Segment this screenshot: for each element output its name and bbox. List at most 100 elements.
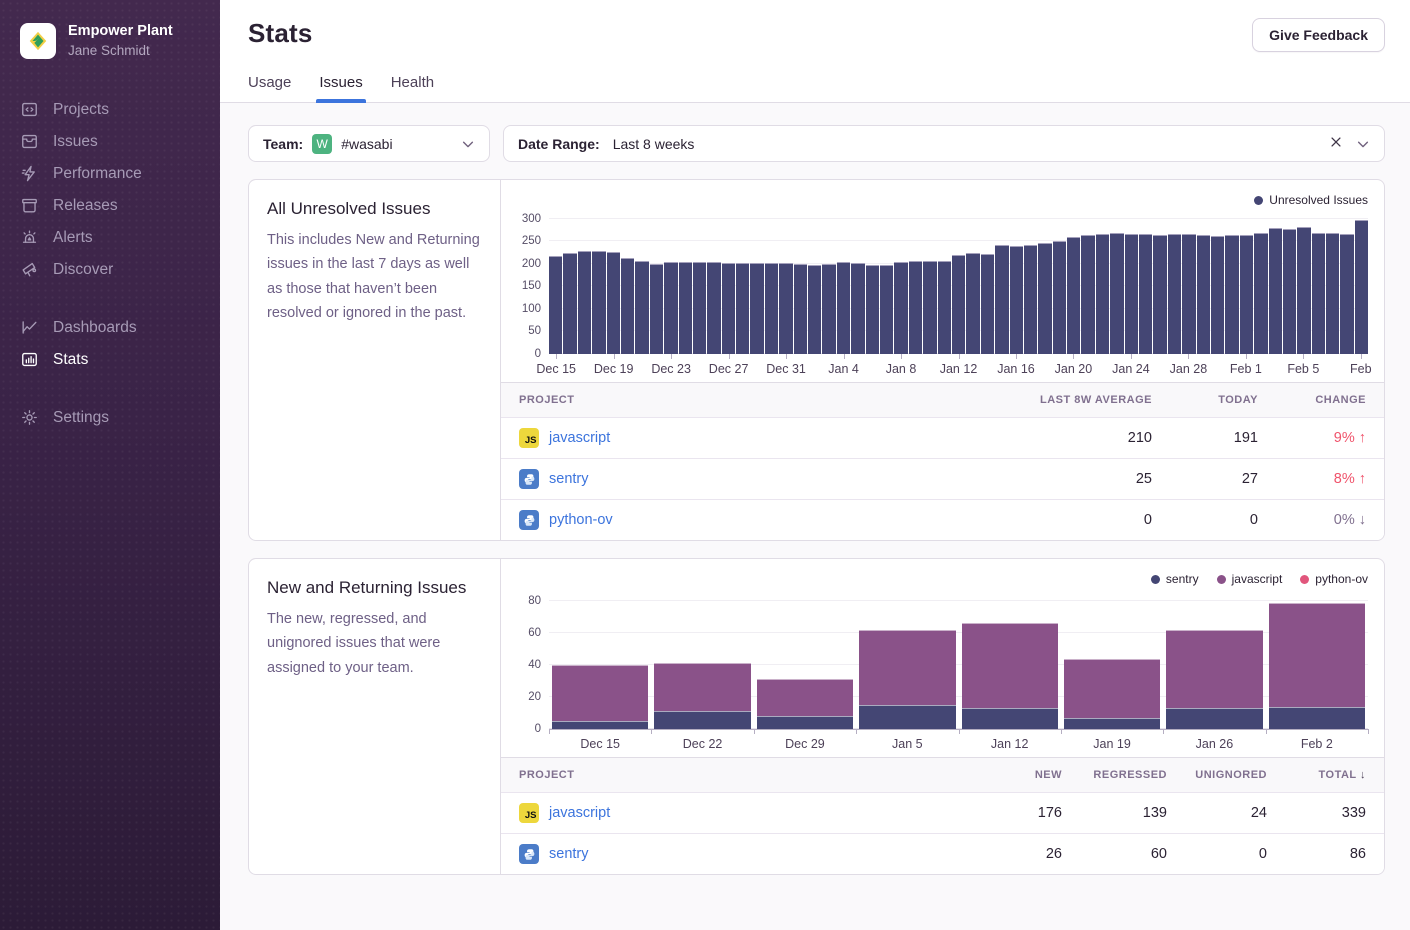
bar[interactable] <box>563 253 576 354</box>
bar[interactable] <box>923 261 936 354</box>
bar[interactable] <box>679 262 692 354</box>
bar[interactable] <box>851 263 864 354</box>
y-axis-tick: 100 <box>522 303 541 315</box>
bar[interactable] <box>750 263 763 354</box>
sidebar-item-performance[interactable]: Performance <box>20 158 200 190</box>
sidebar-item-issues[interactable]: Issues <box>20 126 200 158</box>
unresolved-issues-chart: Unresolved Issues050100150200250300Dec 1… <box>501 180 1384 382</box>
change-cell: 8% ↑ <box>1258 471 1366 487</box>
org-switcher[interactable]: Empower Plant Jane Schmidt <box>0 22 220 60</box>
sidebar-item-alerts[interactable]: Alerts <box>20 222 200 254</box>
stacked-bar[interactable] <box>1269 603 1365 729</box>
bar[interactable] <box>1139 234 1152 354</box>
bar[interactable] <box>909 261 922 354</box>
sidebar-item-projects[interactable]: Projects <box>20 94 200 126</box>
bar[interactable] <box>693 262 706 354</box>
stacked-bar[interactable] <box>1064 659 1160 729</box>
legend-item-python-ov[interactable]: python-ov <box>1300 571 1368 587</box>
stacked-bar[interactable] <box>654 663 750 729</box>
bar[interactable] <box>765 263 778 354</box>
bar[interactable] <box>707 262 720 354</box>
bar[interactable] <box>722 263 735 354</box>
tab-health[interactable]: Health <box>391 74 434 102</box>
tab-usage[interactable]: Usage <box>248 74 291 102</box>
bar[interactable] <box>1269 228 1282 354</box>
bar[interactable] <box>1283 229 1296 354</box>
stacked-bar[interactable] <box>552 665 648 729</box>
legend-item-javascript[interactable]: javascript <box>1217 571 1283 587</box>
table-header-total[interactable]: TOTAL ↓ <box>1267 769 1366 781</box>
stacked-bar[interactable] <box>757 679 853 729</box>
arrow-down-icon: ↓ <box>1359 512 1366 528</box>
sidebar-item-dashboards[interactable]: Dashboards <box>20 312 200 344</box>
date-range-filter[interactable]: Date Range: Last 8 weeks <box>503 125 1385 162</box>
bar[interactable] <box>966 253 979 354</box>
tab-issues[interactable]: Issues <box>319 74 362 102</box>
bar[interactable] <box>1096 234 1109 354</box>
team-filter[interactable]: Team: W #wasabi <box>248 125 490 162</box>
project-link-sentry[interactable]: sentry <box>549 846 589 862</box>
bar[interactable] <box>1038 243 1051 354</box>
bar[interactable] <box>1125 234 1138 354</box>
bar[interactable] <box>1240 235 1253 354</box>
legend-item-unresolved-issues[interactable]: Unresolved Issues <box>1254 192 1368 208</box>
bar[interactable] <box>1340 234 1353 354</box>
bar[interactable] <box>880 265 893 354</box>
bar[interactable] <box>1010 246 1023 354</box>
sidebar-item-settings[interactable]: Settings <box>20 402 200 434</box>
bar[interactable] <box>837 262 850 354</box>
bar[interactable] <box>952 255 965 354</box>
x-axis-tick: Jan 5 <box>892 737 923 751</box>
bar[interactable] <box>995 245 1008 354</box>
bar[interactable] <box>549 256 562 354</box>
bar[interactable] <box>664 262 677 354</box>
bar[interactable] <box>1211 236 1224 354</box>
bar[interactable] <box>894 262 907 354</box>
bar[interactable] <box>621 258 634 354</box>
stacked-bar[interactable] <box>962 623 1058 729</box>
bar[interactable] <box>1225 235 1238 354</box>
bar[interactable] <box>736 263 749 354</box>
bar[interactable] <box>1153 235 1166 354</box>
bar[interactable] <box>822 264 835 354</box>
bar[interactable] <box>635 261 648 354</box>
bar[interactable] <box>808 265 821 354</box>
bar[interactable] <box>794 264 807 354</box>
bar[interactable] <box>1297 227 1310 354</box>
table-cell: 25 <box>992 471 1152 487</box>
bar[interactable] <box>1081 235 1094 354</box>
project-link-javascript[interactable]: javascript <box>549 430 610 446</box>
bar[interactable] <box>866 265 879 354</box>
bar[interactable] <box>1168 234 1181 354</box>
x-axis-tick: Jan 28 <box>1170 362 1208 376</box>
bar[interactable] <box>981 254 994 354</box>
stacked-bar[interactable] <box>1166 630 1262 729</box>
chevron-down-icon <box>461 137 475 151</box>
bar[interactable] <box>1326 233 1339 354</box>
project-link-javascript[interactable]: javascript <box>549 805 610 821</box>
bar[interactable] <box>938 261 951 354</box>
legend-item-sentry[interactable]: sentry <box>1151 571 1199 587</box>
bar[interactable] <box>1024 245 1037 354</box>
stacked-bar[interactable] <box>859 630 955 729</box>
bar[interactable] <box>1067 237 1080 354</box>
bar[interactable] <box>1182 234 1195 354</box>
bar[interactable] <box>1110 233 1123 354</box>
bar[interactable] <box>1254 233 1267 354</box>
bar[interactable] <box>650 264 663 354</box>
project-link-python-ov[interactable]: python-ov <box>549 512 613 528</box>
give-feedback-button[interactable]: Give Feedback <box>1252 18 1385 52</box>
bar[interactable] <box>1053 241 1066 354</box>
bar[interactable] <box>592 251 605 354</box>
sidebar-item-releases[interactable]: Releases <box>20 190 200 222</box>
clear-date-range-icon[interactable] <box>1325 133 1347 155</box>
sidebar-item-discover[interactable]: Discover <box>20 254 200 286</box>
project-link-sentry[interactable]: sentry <box>549 471 589 487</box>
bar[interactable] <box>1312 233 1325 354</box>
bar[interactable] <box>607 252 620 354</box>
bar[interactable] <box>1197 235 1210 354</box>
bar[interactable] <box>578 251 591 354</box>
sidebar-item-stats[interactable]: Stats <box>20 344 200 376</box>
bar[interactable] <box>1355 220 1368 354</box>
bar[interactable] <box>779 263 792 354</box>
